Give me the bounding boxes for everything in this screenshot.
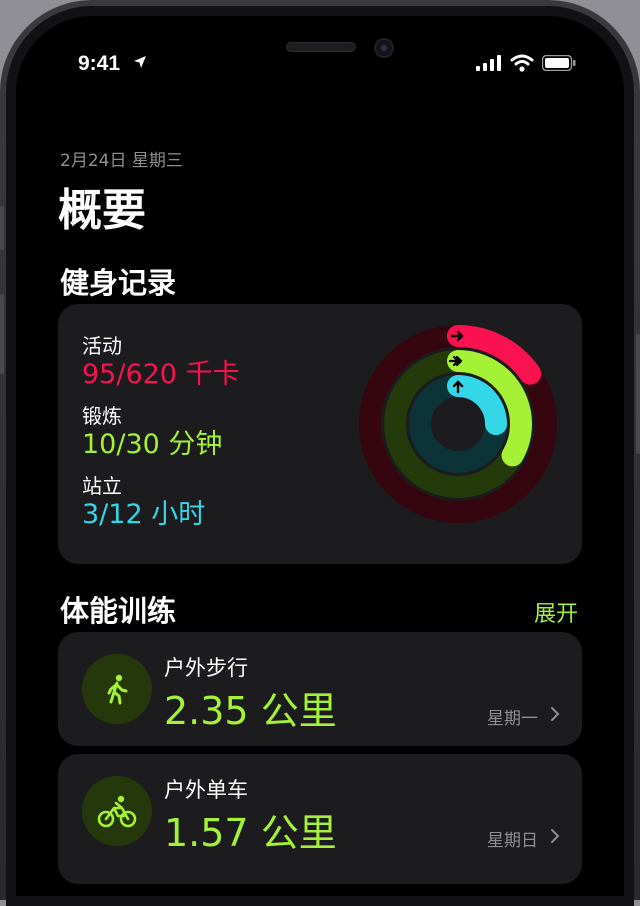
activity-rings-card[interactable]: 活动 95/620 千卡 锻炼 10/30 分钟 站立 3/12 小时 (58, 304, 582, 564)
activity-section-title: 健身记录 (60, 266, 177, 300)
location-arrow-icon (133, 54, 147, 73)
expand-link[interactable]: 展开 (534, 596, 578, 628)
ring-values: 活动 95/620 千卡 锻炼 10/30 分钟 站立 3/12 小时 (82, 334, 240, 544)
exercise-value: 10/30 分钟 (82, 429, 223, 460)
workout-distance: 1.57 公里 (164, 811, 337, 855)
workout-item-walk[interactable]: 户外步行 2.35 公里 星期一 (58, 632, 582, 746)
workout-day: 星期日 (487, 831, 538, 851)
workout-name: 户外单车 (164, 778, 248, 802)
walking-icon (82, 654, 152, 724)
activity-rings (359, 325, 557, 523)
front-camera (374, 38, 394, 58)
page-title: 概要 (58, 185, 146, 236)
speaker-grille (286, 42, 356, 52)
side-button-left (0, 206, 4, 250)
workout-name: 户外步行 (164, 656, 248, 680)
workout-item-cycle[interactable]: 户外单车 1.57 公里 星期日 (58, 754, 582, 884)
exercise-label: 锻炼 (82, 404, 122, 428)
status-indicators (476, 54, 576, 76)
screen: 9:41 2月24日 星期三 概要 健身记录 活动 95/620 千卡 锻炼 1… (16, 16, 624, 896)
cycling-icon (82, 776, 152, 846)
status-time: 9:41 (78, 52, 121, 75)
chevron-right-icon (550, 706, 560, 726)
chevron-right-icon (550, 828, 560, 848)
move-label: 活动 (82, 334, 122, 358)
move-value: 95/620 千卡 (82, 359, 240, 390)
stand-value: 3/12 小时 (82, 499, 206, 530)
battery-icon (541, 54, 576, 75)
wifi-icon (510, 54, 534, 76)
side-button-left-2 (0, 294, 4, 374)
workouts-section-title: 体能训练 (60, 594, 177, 628)
workout-distance: 2.35 公里 (164, 689, 337, 733)
stand-label: 站立 (82, 474, 122, 498)
side-button-right (636, 334, 640, 454)
workout-day: 星期一 (487, 709, 538, 729)
date-label: 2月24日 星期三 (60, 151, 183, 171)
cellular-signal-icon (476, 55, 502, 75)
